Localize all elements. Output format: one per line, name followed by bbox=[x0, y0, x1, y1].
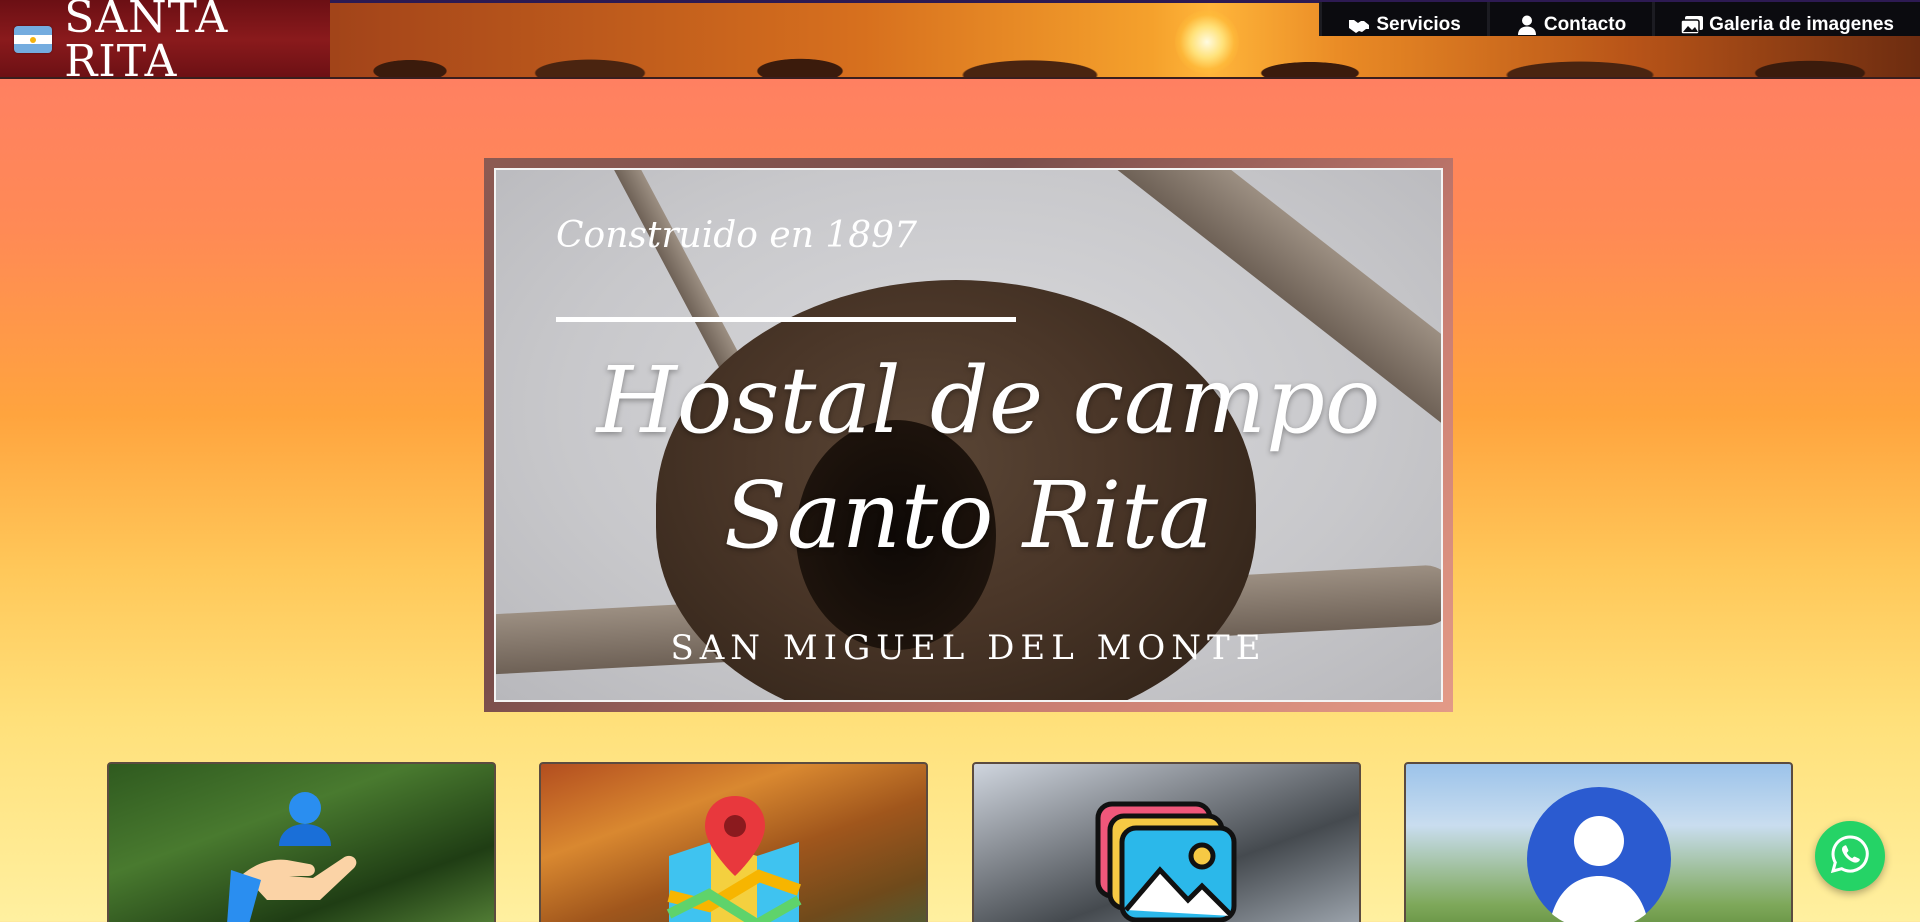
handshake-icon bbox=[1348, 14, 1370, 36]
argentina-flag-icon bbox=[14, 26, 53, 53]
card-contacto[interactable] bbox=[1404, 762, 1793, 922]
hero-divider bbox=[556, 317, 1016, 322]
hero-banner-image: Construido en 1897 Hostal de campo Santo… bbox=[494, 168, 1443, 702]
nav-item-label: Servicios bbox=[1376, 14, 1461, 35]
hero-built-year: Construido en 1897 bbox=[556, 215, 917, 256]
gallery-icon bbox=[1092, 800, 1242, 922]
hand-holding-user-icon bbox=[226, 786, 377, 922]
hero-banner-frame: Construido en 1897 Hostal de campo Santo… bbox=[484, 158, 1453, 712]
card-servicios[interactable] bbox=[107, 762, 496, 922]
brand-logo-link[interactable]: SANTA RITA bbox=[0, 0, 330, 79]
treeline-decoration bbox=[330, 41, 1920, 77]
hero-title-line2: Santo Rita bbox=[723, 462, 1214, 569]
nav-menu: Servicios Contacto Galeria de imagenes bbox=[1319, 2, 1920, 36]
navbar: SANTA RITA Servicios Contacto Galeria de… bbox=[0, 0, 1920, 79]
images-icon bbox=[1681, 14, 1704, 36]
map-pin-icon bbox=[659, 796, 809, 922]
brand-title: SANTA RITA bbox=[64, 0, 229, 79]
hero-title-line1: Hostal de campo bbox=[596, 347, 1381, 454]
whatsapp-button[interactable] bbox=[1815, 821, 1885, 891]
nav-item-label: Contacto bbox=[1543, 14, 1627, 35]
nav-item-servicios[interactable]: Servicios bbox=[1319, 2, 1487, 36]
nav-item-label: Galeria de imagenes bbox=[1709, 14, 1894, 35]
user-icon bbox=[1516, 14, 1538, 36]
card-ubicacion[interactable] bbox=[539, 762, 928, 922]
hero-subtitle: SAN MIGUEL DEL MONTE bbox=[670, 628, 1267, 668]
whatsapp-icon bbox=[1830, 834, 1870, 879]
nav-item-contacto[interactable]: Contacto bbox=[1486, 2, 1653, 36]
card-galeria[interactable] bbox=[972, 762, 1361, 922]
user-profile-icon bbox=[1526, 786, 1672, 922]
nav-item-galeria[interactable]: Galeria de imagenes bbox=[1652, 2, 1920, 36]
